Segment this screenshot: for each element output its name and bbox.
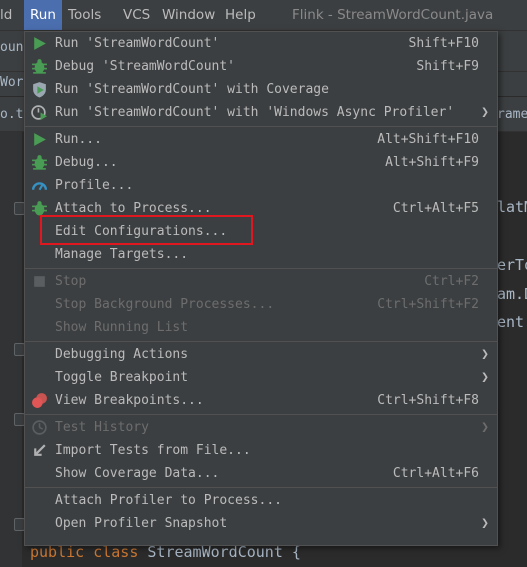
menu-item-shortcut: Ctrl+F2 [424,274,479,289]
main-menu-bar: ld Run Tools VCS Window Help Flink - Str… [0,0,527,31]
menu-item-label: Run... [55,132,102,147]
menu-item-shortcut: Alt+Shift+F9 [385,155,479,170]
menu-item-label: Toggle Breakpoint [55,370,189,385]
menu-separator [25,341,497,342]
history-clock-icon [32,420,47,435]
menu-item-shortcut: Ctrl+Shift+F2 [377,297,479,312]
menu-item-label: Stop Background Processes... [55,297,275,312]
menu-item-manage-targets[interactable]: Manage Targets... [25,243,497,266]
menu-item-label: Import Tests from File... [55,443,251,458]
menu-item-label: Run 'StreamWordCount' [55,36,220,51]
import-arrow-icon [34,444,46,456]
code-fragment: ent. [497,313,527,331]
menu-item-attach-profiler[interactable]: Attach Profiler to Process... [25,489,497,512]
menu-item-run-with-coverage[interactable]: Run 'StreamWordCount' with Coverage [25,78,497,101]
highlight-annotation [40,215,253,245]
code-fragment: am.D [497,285,527,303]
menu-item-label: View Breakpoints... [55,393,204,408]
submenu-arrow-icon: ❯ [481,420,489,435]
code-fragment: latM [497,198,527,216]
menu-item-debug[interactable]: Debug... Alt+Shift+F9 [25,151,497,174]
run-icon [34,37,46,50]
menu-item-label: Show Coverage Data... [55,466,220,481]
menu-separator [25,126,497,127]
menu-tools[interactable]: Tools [62,0,107,30]
menu-item-label: Run 'StreamWordCount' with 'Windows Asyn… [55,105,455,120]
menu-item-label: Attach Profiler to Process... [55,493,282,508]
menu-item-view-breakpoints[interactable]: View Breakpoints... Ctrl+Shift+F8 [25,389,497,412]
menu-item-import-tests[interactable]: Import Tests from File... [25,439,497,462]
menu-item-run[interactable]: Run... Alt+Shift+F10 [25,128,497,151]
menu-item-debug-streamwordcount[interactable]: Debug 'StreamWordCount' Shift+F9 [25,55,497,78]
debug-bug-icon [32,155,47,170]
menu-item-label: Debug... [55,155,118,170]
window-title: Flink - StreamWordCount.java [292,7,494,23]
submenu-arrow-icon: ❯ [481,347,489,362]
submenu-arrow-icon: ❯ [481,370,489,385]
menu-build[interactable]: ld [0,0,18,30]
breakpoints-icon [32,393,47,408]
profile-gauge-icon [31,182,48,191]
menu-item-stop: Stop Ctrl+F2 [25,270,497,293]
menu-item-profile[interactable]: Profile... [25,174,497,197]
menu-item-show-coverage-data[interactable]: Show Coverage Data... Ctrl+Alt+F6 [25,462,497,485]
menu-item-label: Profile... [55,178,134,193]
menu-item-label: Manage Targets... [55,247,189,262]
menu-item-toggle-breakpoint[interactable]: Toggle Breakpoint ❯ [25,366,497,389]
menu-item-shortcut: Shift+F10 [408,36,479,51]
code-fragment: erTo [497,256,527,274]
menu-item-shortcut: Ctrl+Alt+F6 [392,466,479,481]
stop-icon [34,276,45,287]
menu-item-label: Debug 'StreamWordCount' [55,59,236,74]
menu-item-run-async-profiler[interactable]: Run 'StreamWordCount' with 'Windows Asyn… [25,101,497,124]
menu-item-show-running-list: Show Running List [25,316,497,339]
submenu-arrow-icon: ❯ [481,516,489,531]
run-icon [34,133,46,146]
menu-item-debugging-actions[interactable]: Debugging Actions ❯ [25,343,497,366]
menu-run[interactable]: Run [24,0,62,30]
menu-item-stop-background-processes: Stop Background Processes... Ctrl+Shift+… [25,293,497,316]
menu-item-label: Open Profiler Snapshot [55,516,228,531]
menu-item-shortcut: Ctrl+Shift+F8 [377,393,479,408]
menu-item-shortcut: Alt+Shift+F10 [377,132,479,147]
run-menu-dropdown: Run 'StreamWordCount' Shift+F10 Debug 'S… [24,31,498,546]
menu-item-test-history: Test History ❯ [25,416,497,439]
menu-item-label: Stop [55,274,87,289]
menu-item-shortcut: Shift+F9 [416,59,479,74]
menu-help[interactable]: Help [219,0,262,30]
menu-separator [25,487,497,488]
menu-item-run-streamwordcount[interactable]: Run 'StreamWordCount' Shift+F10 [25,32,497,55]
menu-window[interactable]: Window [156,0,221,30]
menu-separator [25,414,497,415]
menu-item-shortcut: Ctrl+Alt+F5 [392,201,479,216]
menu-item-label: Show Running List [55,320,189,335]
menu-item-label: Debugging Actions [55,347,189,362]
coverage-shield-icon [33,82,46,98]
menu-vcs[interactable]: VCS [117,0,156,30]
menu-separator [25,268,497,269]
menu-item-open-profiler-snapshot[interactable]: Open Profiler Snapshot ❯ [25,512,497,535]
menu-item-label: Run 'StreamWordCount' with Coverage [55,82,329,97]
submenu-arrow-icon: ❯ [481,105,489,120]
menu-item-label: Test History [55,420,149,435]
debug-bug-icon [32,59,47,74]
tab-fragment-right[interactable]: ramet [497,107,527,122]
profiler-clock-icon [31,105,47,120]
tab-fragment[interactable]: o.t [0,107,23,122]
